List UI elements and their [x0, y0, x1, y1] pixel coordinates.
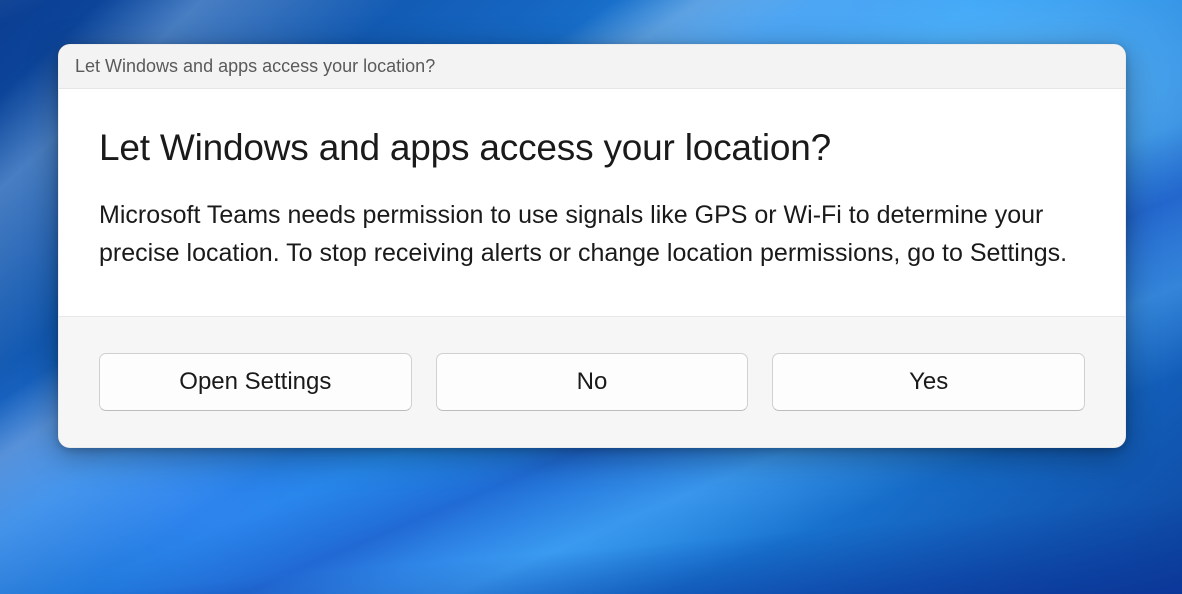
location-permission-dialog: Let Windows and apps access your locatio…: [58, 44, 1126, 448]
titlebar-text: Let Windows and apps access your locatio…: [75, 56, 1109, 77]
dialog-heading: Let Windows and apps access your locatio…: [99, 127, 1085, 169]
no-button[interactable]: No: [436, 353, 749, 411]
open-settings-button[interactable]: Open Settings: [99, 353, 412, 411]
dialog-button-bar: Open Settings No Yes: [59, 316, 1125, 447]
dialog-titlebar: Let Windows and apps access your locatio…: [59, 45, 1125, 89]
dialog-body-text: Microsoft Teams needs permission to use …: [99, 197, 1085, 272]
dialog-content: Let Windows and apps access your locatio…: [59, 89, 1125, 316]
yes-button[interactable]: Yes: [772, 353, 1085, 411]
